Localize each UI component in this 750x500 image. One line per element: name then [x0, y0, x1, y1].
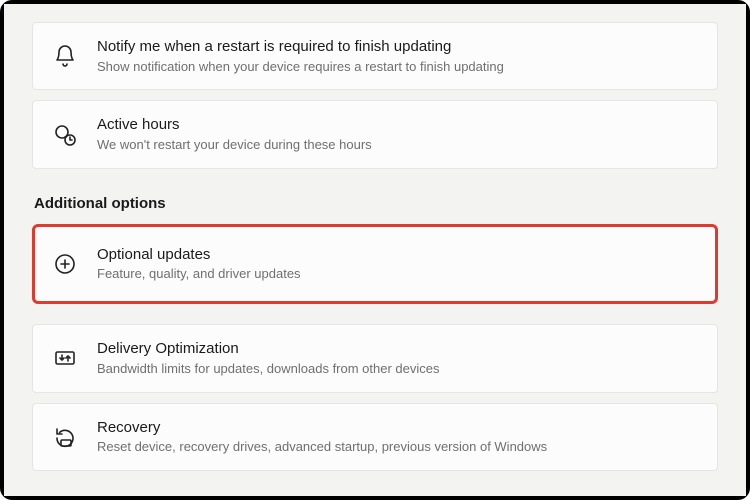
option-subtitle: Bandwidth limits for updates, downloads … — [97, 361, 440, 378]
option-title: Optional updates — [97, 245, 301, 265]
option-text: Optional updates Feature, quality, and d… — [97, 245, 301, 283]
option-text: Notify me when a restart is required to … — [97, 37, 504, 75]
option-title: Recovery — [97, 418, 547, 438]
plus-circle-icon — [51, 250, 79, 278]
option-subtitle: Show notification when your device requi… — [97, 59, 504, 76]
option-subtitle: We won't restart your device during thes… — [97, 137, 372, 154]
option-text: Active hours We won't restart your devic… — [97, 115, 372, 153]
section-header-additional: Additional options — [34, 195, 718, 212]
option-delivery-optimization[interactable]: Delivery Optimization Bandwidth limits f… — [32, 324, 718, 392]
bell-icon — [51, 42, 79, 70]
option-subtitle: Reset device, recovery drives, advanced … — [97, 439, 547, 456]
option-active-hours[interactable]: Active hours We won't restart your devic… — [32, 100, 718, 168]
option-title: Notify me when a restart is required to … — [97, 37, 504, 57]
option-text: Delivery Optimization Bandwidth limits f… — [97, 339, 440, 377]
option-optional-updates[interactable]: Optional updates Feature, quality, and d… — [32, 224, 718, 304]
option-notify-restart[interactable]: Notify me when a restart is required to … — [32, 22, 718, 90]
settings-panel: Notify me when a restart is required to … — [4, 4, 746, 496]
active-hours-icon — [51, 121, 79, 149]
option-subtitle: Feature, quality, and driver updates — [97, 266, 301, 283]
recovery-icon — [51, 423, 79, 451]
delivery-optimization-icon — [51, 344, 79, 372]
option-text: Recovery Reset device, recovery drives, … — [97, 418, 547, 456]
option-title: Active hours — [97, 115, 372, 135]
option-recovery[interactable]: Recovery Reset device, recovery drives, … — [32, 403, 718, 471]
option-title: Delivery Optimization — [97, 339, 440, 359]
